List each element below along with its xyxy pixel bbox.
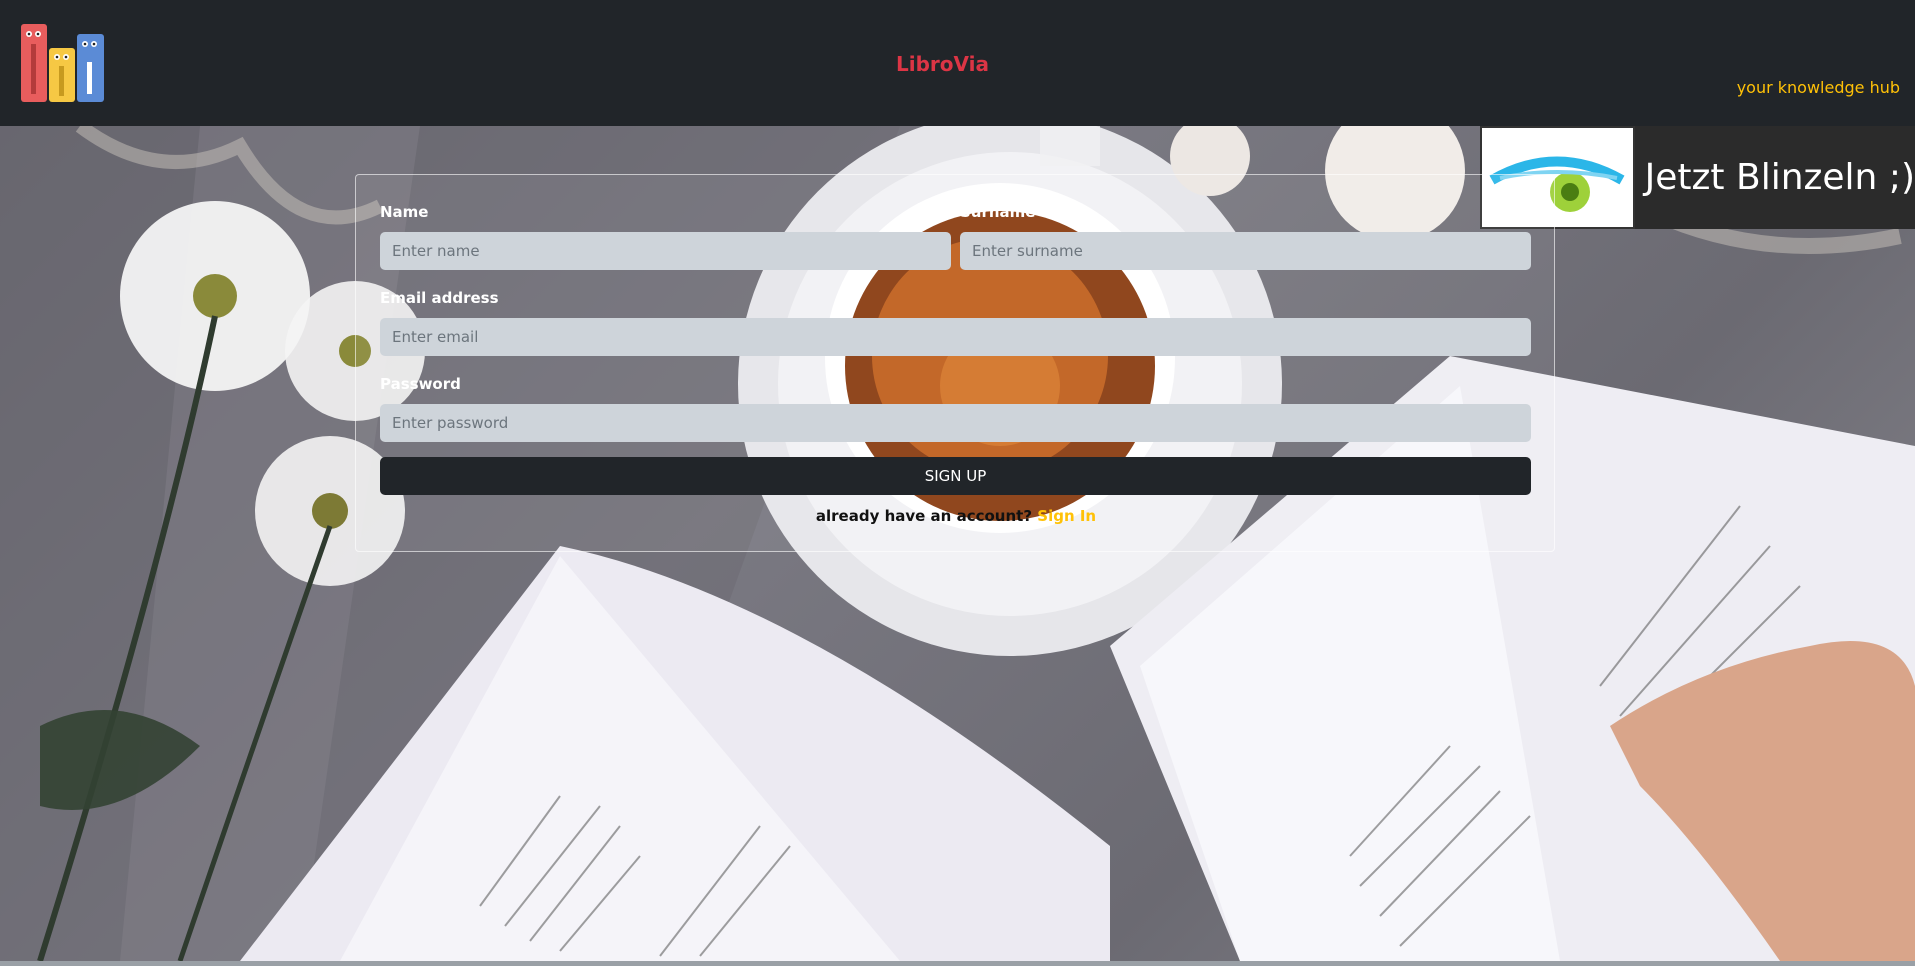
signup-form: Name Surname Email address Password SIGN…	[355, 174, 1555, 552]
signin-prompt-text: already have an account?	[815, 507, 1033, 525]
sign-up-button[interactable]: SIGN UP	[380, 457, 1531, 495]
surname-label: Surname	[960, 203, 1036, 221]
name-input[interactable]	[380, 232, 951, 270]
password-input[interactable]	[380, 404, 1531, 442]
tagline-text: your knowledge hub	[1736, 78, 1900, 97]
signin-prompt: already have an account? Sign In	[356, 507, 1556, 525]
sign-in-link[interactable]: Sign In	[1037, 507, 1096, 525]
email-input[interactable]	[380, 318, 1531, 356]
email-label: Email address	[380, 289, 499, 307]
blink-label[interactable]: Jetzt Blinzeln ;)	[1645, 157, 1915, 198]
name-label: Name	[380, 203, 429, 221]
brand-title[interactable]: LibroVia	[0, 52, 1885, 76]
surname-input[interactable]	[960, 232, 1531, 270]
top-navbar: LibroVia your knowledge hub	[0, 0, 1915, 126]
password-label: Password	[380, 375, 461, 393]
bottom-edge	[0, 961, 1915, 966]
